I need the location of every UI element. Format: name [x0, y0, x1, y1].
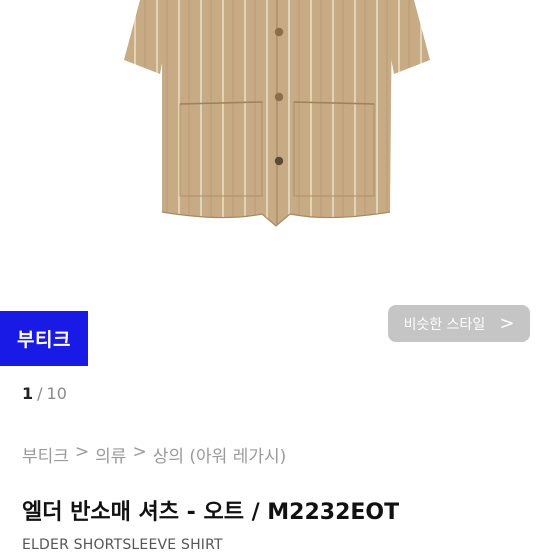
- brand-badge-label: 부티크: [17, 329, 71, 351]
- similar-style-label: 비슷한 스타일: [403, 316, 486, 333]
- breadcrumb-separator: >: [132, 442, 147, 462]
- breadcrumb: 부티크 > 의류 > 상의 (아워 레가시): [22, 442, 286, 467]
- image-pager: 1/10: [22, 384, 67, 403]
- breadcrumb-item-boutique[interactable]: 부티크: [22, 442, 69, 467]
- breadcrumb-item-clothing[interactable]: 의류: [95, 442, 126, 467]
- similar-style-button[interactable]: 비슷한 스타일 >: [388, 305, 530, 342]
- pager-total: 10: [46, 384, 67, 403]
- chevron-right-icon: >: [499, 312, 515, 334]
- breadcrumb-item-tops[interactable]: 상의 (아워 레가시): [153, 442, 287, 467]
- product-page: 비슷한 스타일 > 부티크 1/10 부티크 > 의류 > 상의 (아워 레가시…: [0, 0, 554, 554]
- product-image-carousel[interactable]: 비슷한 스타일 > 부티크: [0, 0, 554, 366]
- pager-current: 1: [22, 384, 34, 403]
- brand-badge[interactable]: 부티크: [0, 311, 88, 366]
- product-title: 엘더 반소매 셔츠 - 오트 / M2232EOT: [22, 500, 400, 525]
- product-subtitle: ELDER SHORTSLEEVE SHIRT: [22, 537, 223, 553]
- pager-separator: /: [37, 384, 43, 403]
- breadcrumb-separator: >: [74, 442, 90, 462]
